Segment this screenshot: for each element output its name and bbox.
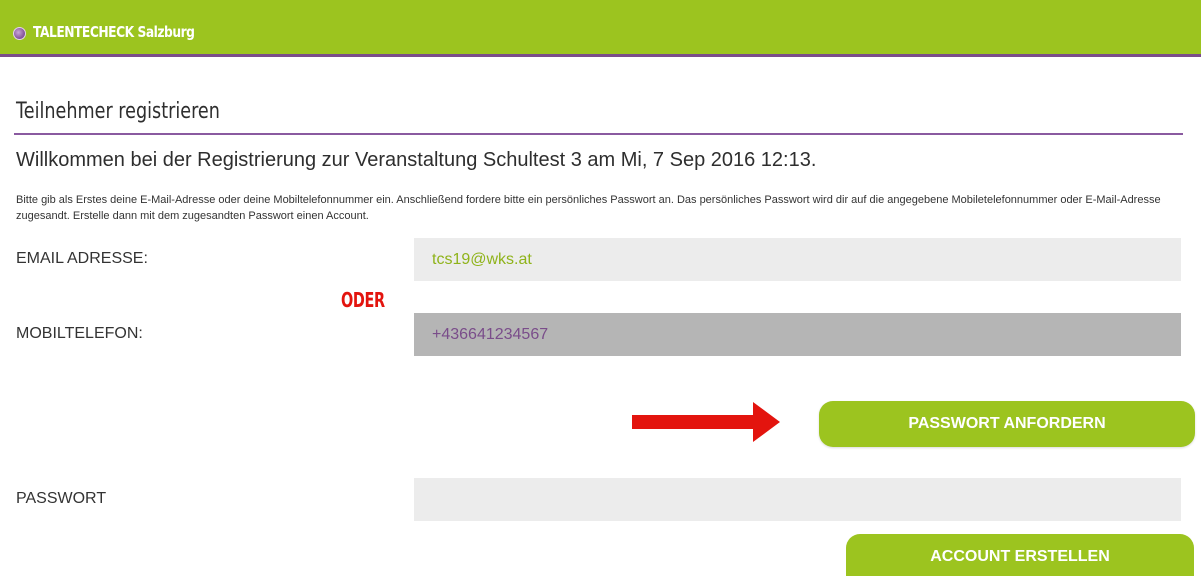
- request-password-button[interactable]: PASSWORT ANFORDERN: [819, 401, 1195, 447]
- app-title: TALENTECHECK Salzburg: [33, 23, 195, 41]
- create-account-button[interactable]: ACCOUNT ERSTELLEN: [846, 534, 1194, 576]
- phone-field[interactable]: +436641234567: [414, 313, 1181, 356]
- globe-logo-icon: [13, 27, 26, 40]
- header-bar: TALENTECHECK Salzburg: [0, 0, 1201, 57]
- welcome-heading: Willkommen bei der Registrierung zur Ver…: [16, 149, 817, 171]
- title-divider: [14, 133, 1183, 135]
- password-label: PASSWORT: [16, 490, 107, 507]
- email-label: EMAIL ADRESSE:: [16, 250, 148, 267]
- page-title: Teilnehmer registrieren: [16, 99, 220, 124]
- intro-text: Bitte gib als Erstes deine E-Mail-Adress…: [16, 194, 1161, 222]
- red-arrow-right-icon: [632, 402, 780, 442]
- phone-label: MOBILTELEFON:: [16, 325, 143, 342]
- password-field[interactable]: [414, 478, 1181, 521]
- or-annotation: ODER: [341, 288, 385, 312]
- email-field[interactable]: tcs19@wks.at: [414, 238, 1181, 281]
